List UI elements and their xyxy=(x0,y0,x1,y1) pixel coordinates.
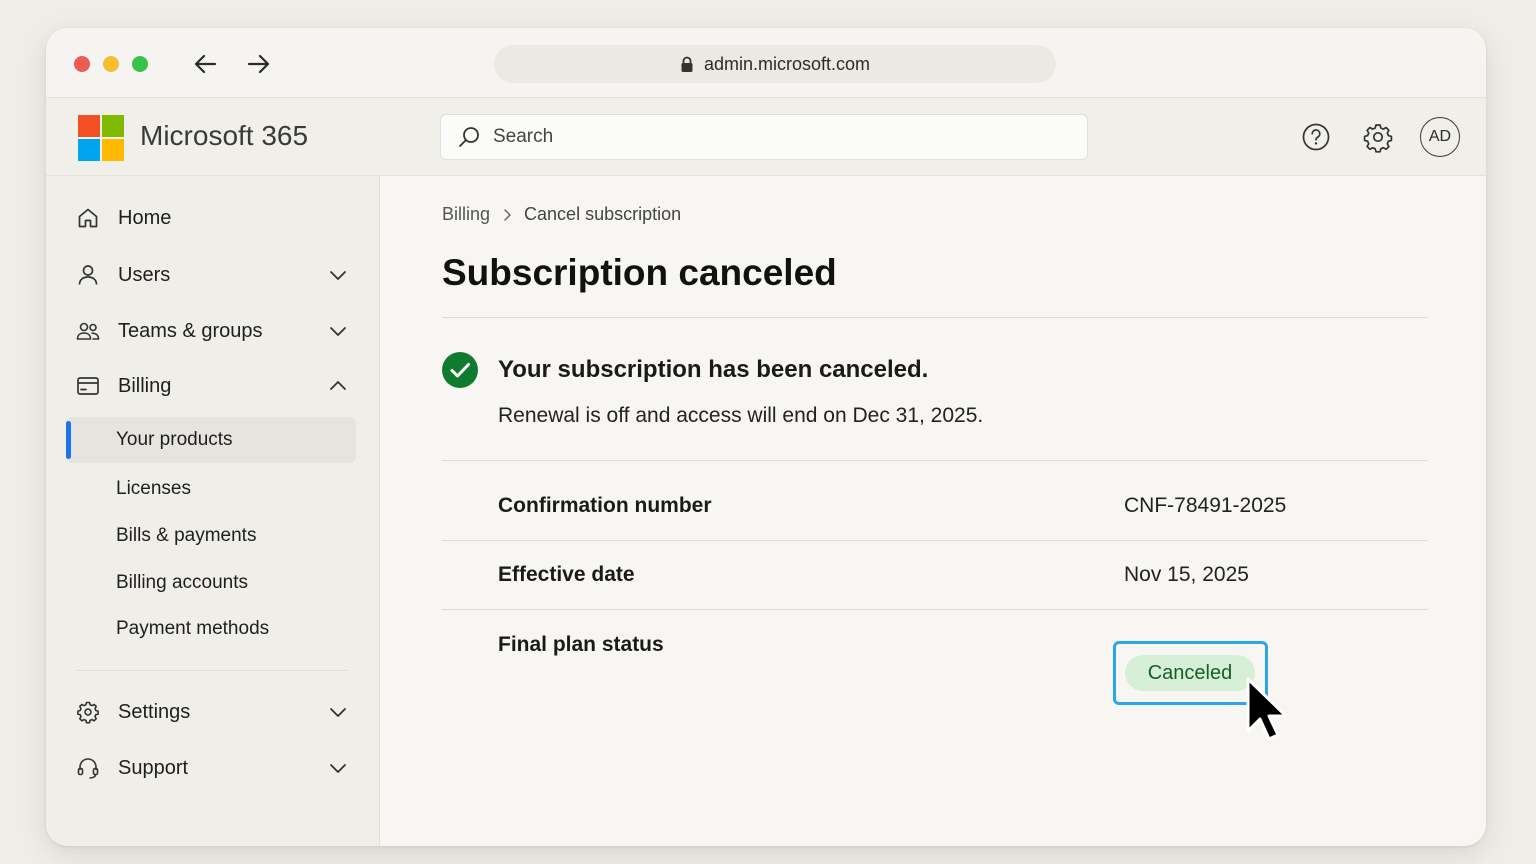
sidebar-subitem-licenses[interactable]: Licenses xyxy=(66,466,356,512)
search-placeholder: Search xyxy=(493,126,554,147)
success-check-icon xyxy=(442,352,478,388)
app-header: Microsoft 365 Search AD xyxy=(46,98,1486,176)
sidebar-subitem-label: Licenses xyxy=(116,478,191,499)
sidebar-divider xyxy=(76,670,348,671)
sidebar-item-home[interactable]: Home xyxy=(46,196,380,240)
page-title: Subscription canceled xyxy=(442,252,837,293)
divider xyxy=(442,609,1428,610)
avatar[interactable]: AD xyxy=(1420,117,1460,157)
sidebar-item-label: Billing xyxy=(118,374,172,397)
divider xyxy=(442,460,1428,461)
breadcrumb: Billing Cancel subscription xyxy=(442,204,681,225)
chevron-down-icon[interactable] xyxy=(328,265,348,285)
sidebar-item-label: Users xyxy=(118,263,171,286)
minimize-window-button[interactable] xyxy=(103,56,119,72)
mouse-cursor-icon xyxy=(1246,677,1288,741)
main-content: Billing Cancel subscription Subscription… xyxy=(380,176,1486,846)
chevron-down-icon[interactable] xyxy=(328,702,348,722)
sidebar-subitem-your-products[interactable]: Your products xyxy=(66,417,356,463)
search-input[interactable]: Search xyxy=(440,114,1088,160)
people-icon xyxy=(76,322,100,340)
url-text: admin.microsoft.com xyxy=(703,53,871,74)
gear-icon xyxy=(77,701,99,724)
forward-arrow-icon[interactable] xyxy=(245,51,271,77)
confirmation-detail: Renewal is off and access will end on De… xyxy=(498,404,984,427)
sidebar-item-label: Teams & groups xyxy=(118,319,263,342)
sidebar-item-label: Support xyxy=(118,756,189,779)
sidebar-subitem-label: Bills & payments xyxy=(116,525,257,546)
browser-titlebar: admin.microsoft.com xyxy=(46,28,1486,98)
address-bar[interactable]: admin.microsoft.com xyxy=(494,45,1056,83)
effective-date-value: Nov 15, 2025 xyxy=(1124,563,1249,586)
detail-label: Final plan status xyxy=(498,633,664,656)
back-arrow-icon[interactable] xyxy=(193,51,219,77)
gear-icon[interactable] xyxy=(1361,120,1395,154)
headset-icon xyxy=(77,758,99,779)
sidebar-item-teams-groups[interactable]: Teams & groups xyxy=(46,309,380,353)
browser-window: admin.microsoft.com Microsoft 365 Search xyxy=(46,28,1486,846)
sidebar-item-support[interactable]: Support xyxy=(46,746,380,790)
user-icon xyxy=(78,265,98,285)
confirmation-number-value: CNF-78491-2025 xyxy=(1124,494,1287,517)
app-name: Microsoft 365 xyxy=(140,120,309,151)
sidebar-nav: Home Users Teams & groups Billing Your p… xyxy=(46,176,380,846)
sidebar-item-label: Home xyxy=(118,206,172,229)
detail-label: Confirmation number xyxy=(498,494,712,517)
sidebar-item-users[interactable]: Users xyxy=(46,253,380,297)
sidebar-subitem-payment-methods[interactable]: Payment methods xyxy=(66,606,356,652)
chevron-up-icon[interactable] xyxy=(328,376,348,396)
home-icon xyxy=(78,208,98,228)
close-window-button[interactable] xyxy=(74,56,90,72)
confirmation-heading: Your subscription has been canceled. xyxy=(498,356,929,383)
sidebar-subitem-label: Billing accounts xyxy=(116,572,249,593)
status-badge[interactable]: Canceled xyxy=(1125,655,1255,691)
breadcrumb-current: Cancel subscription xyxy=(524,204,682,224)
chevron-right-icon xyxy=(504,208,511,221)
microsoft-logo xyxy=(78,115,124,161)
breadcrumb-billing-link[interactable]: Billing xyxy=(442,204,490,225)
chevron-down-icon[interactable] xyxy=(328,758,348,778)
sidebar-subitem-bills-payments[interactable]: Bills & payments xyxy=(66,513,356,559)
sidebar-subitem-label: Your products xyxy=(116,429,233,450)
chevron-down-icon[interactable] xyxy=(328,321,348,341)
sidebar-subitem-label: Payment methods xyxy=(116,618,270,639)
lock-icon xyxy=(681,56,693,72)
divider xyxy=(442,540,1428,541)
divider xyxy=(442,317,1428,318)
sidebar-item-settings[interactable]: Settings xyxy=(46,690,380,734)
sidebar-item-billing[interactable]: Billing xyxy=(46,364,380,408)
detail-label: Effective date xyxy=(498,563,635,586)
sidebar-subitem-billing-accounts[interactable]: Billing accounts xyxy=(66,560,356,606)
maximize-window-button[interactable] xyxy=(132,56,148,72)
search-icon xyxy=(459,127,479,147)
help-icon[interactable] xyxy=(1299,120,1333,154)
sidebar-item-label: Settings xyxy=(118,700,191,723)
billing-icon xyxy=(77,377,99,395)
